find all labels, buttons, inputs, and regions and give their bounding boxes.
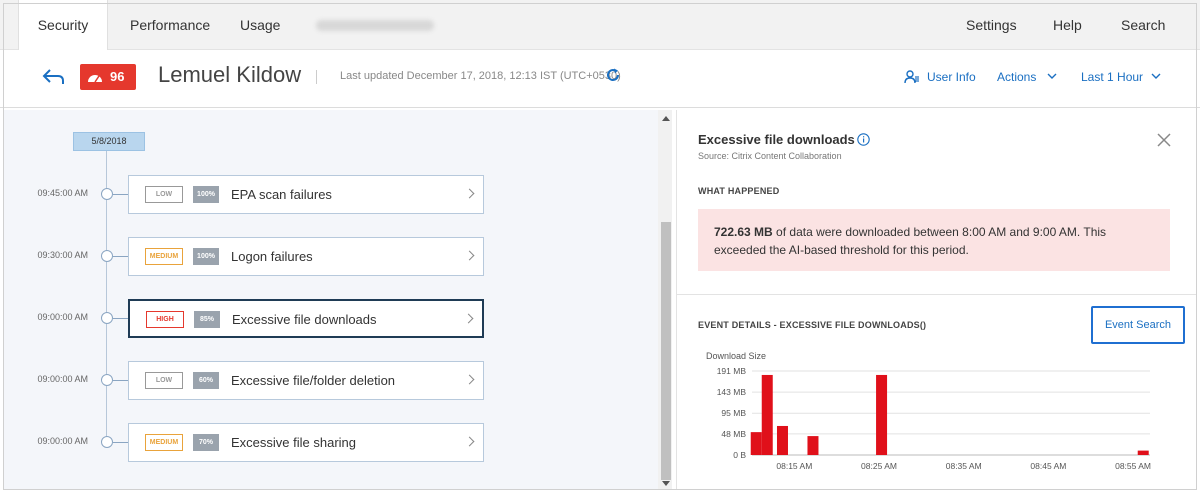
help-link[interactable]: Help xyxy=(1053,0,1082,50)
timeline-node xyxy=(101,436,113,448)
download-amount: 722.63 MB xyxy=(714,225,773,239)
risk-score: 96 xyxy=(110,69,125,84)
tab-usage[interactable]: Usage xyxy=(240,0,280,50)
download-size-chart: Download Size 191 MB 143 MB 95 MB 48 MB 0 B 08… xyxy=(706,351,1151,471)
tab-performance[interactable]: Performance xyxy=(130,0,210,50)
confidence-badge: 70% xyxy=(193,434,219,451)
chart-bar xyxy=(750,432,762,455)
event-time: 09:45:00 AM xyxy=(37,188,88,198)
refresh-icon[interactable] xyxy=(605,67,621,83)
close-icon[interactable] xyxy=(1157,133,1171,147)
timeline-connector xyxy=(113,380,128,381)
severity-badge: MEDIUM xyxy=(145,248,183,265)
severity-badge: LOW xyxy=(145,372,183,389)
user-info-link[interactable]: User Info xyxy=(927,70,976,84)
severity-badge: HIGH xyxy=(146,311,184,328)
chart-bar xyxy=(776,425,788,455)
chevron-right-icon xyxy=(464,436,475,447)
chart-y-tick-label: 48 MB xyxy=(721,429,746,439)
chart-y-tick-label: 143 MB xyxy=(717,387,747,397)
tab-security[interactable]: Security xyxy=(18,0,108,50)
section-divider xyxy=(677,294,1196,295)
gauge-icon xyxy=(88,75,102,83)
chart-x-tick-label: 08:15 AM xyxy=(776,461,812,471)
severity-badge: LOW xyxy=(145,186,183,203)
severity-badge: MEDIUM xyxy=(145,434,183,451)
time-range-chevron-down-icon[interactable] xyxy=(1151,73,1161,80)
scroll-down-icon[interactable] xyxy=(662,481,670,486)
scrollbar-thumb[interactable] xyxy=(661,222,671,480)
chart-x-tick-label: 08:55 AM xyxy=(1115,461,1151,471)
tab-redacted[interactable] xyxy=(316,20,434,31)
chevron-right-icon xyxy=(464,188,475,199)
chart-x-tick-label: 08:25 AM xyxy=(861,461,897,471)
event-card[interactable]: LOW 60% Excessive file/folder deletion xyxy=(128,361,484,400)
what-happened-text: of data were downloaded between 8:00 AM … xyxy=(714,225,1107,257)
event-card[interactable]: MEDIUM 70% Excessive file sharing xyxy=(128,423,484,462)
event-card[interactable]: LOW 100% EPA scan failures xyxy=(128,175,484,214)
timeline-date: 5/8/2018 xyxy=(73,132,145,151)
actions-chevron-down-icon[interactable] xyxy=(1047,73,1057,80)
event-time: 09:30:00 AM xyxy=(37,250,88,260)
event-search-button[interactable]: Event Search xyxy=(1091,306,1185,344)
header-divider xyxy=(316,70,317,84)
scroll-up-icon[interactable] xyxy=(662,116,670,121)
back-arrow-icon[interactable] xyxy=(40,66,66,88)
chart-y-tick-label: 191 MB xyxy=(717,366,747,376)
timeline-connector xyxy=(113,318,128,319)
detail-source: Source: Citrix Content Collaboration xyxy=(698,151,842,161)
timeline-node xyxy=(101,188,113,200)
event-card[interactable]: MEDIUM 100% Logon failures xyxy=(128,237,484,276)
event-title: Excessive file/folder deletion xyxy=(231,373,396,388)
actions-dropdown[interactable]: Actions xyxy=(997,70,1036,84)
what-happened-box: 722.63 MB of data were downloaded betwee… xyxy=(698,209,1170,271)
chart-bar xyxy=(807,436,819,455)
last-updated-text: Last updated December 17, 2018, 12:13 IS… xyxy=(340,70,621,82)
settings-link[interactable]: Settings xyxy=(966,0,1017,50)
event-card[interactable]: HIGH 85% Excessive file downloads xyxy=(128,299,484,338)
event-title: EPA scan failures xyxy=(231,187,332,202)
time-range-dropdown[interactable]: Last 1 Hour xyxy=(1081,70,1143,84)
timeline-node xyxy=(101,250,113,262)
chevron-right-icon xyxy=(464,374,475,385)
confidence-badge: 100% xyxy=(193,186,219,203)
event-time: 09:00:00 AM xyxy=(37,312,88,322)
timeline-connector xyxy=(113,442,128,443)
detail-title: Excessive file downloads xyxy=(698,132,855,147)
chevron-right-icon xyxy=(464,250,475,261)
chart-bar xyxy=(761,374,773,455)
user-name: Lemuel Kildow xyxy=(158,62,302,87)
confidence-badge: 100% xyxy=(193,248,219,265)
chart-ylabel: Download Size xyxy=(706,351,766,361)
user-header: 96 Lemuel Kildow Last updated December 1… xyxy=(0,50,1200,108)
event-title: Excessive file sharing xyxy=(231,435,356,450)
top-nav: Security Performance Usage Settings Help… xyxy=(0,0,1200,50)
event-time: 09:00:00 AM xyxy=(37,374,88,384)
confidence-badge: 85% xyxy=(194,311,220,328)
timeline-connector xyxy=(113,194,128,195)
event-time: 09:00:00 AM xyxy=(37,436,88,446)
user-info-icon[interactable] xyxy=(904,70,920,84)
event-details-heading: EVENT DETAILS - EXCESSIVE FILE DOWNLOADS… xyxy=(698,320,927,330)
chart-x-tick-label: 08:45 AM xyxy=(1030,461,1066,471)
chart-y-tick-label: 0 B xyxy=(733,450,746,460)
event-title: Excessive file downloads xyxy=(232,312,377,327)
info-icon[interactable] xyxy=(857,133,870,146)
risk-score-badge: 96 xyxy=(80,64,136,90)
what-happened-heading: WHAT HAPPENED xyxy=(698,186,780,196)
search-link[interactable]: Search xyxy=(1121,0,1165,50)
event-title: Logon failures xyxy=(231,249,313,264)
chart-y-tick-label: 95 MB xyxy=(721,408,746,418)
chart-bar xyxy=(876,374,888,455)
chart-x-tick-label: 08:35 AM xyxy=(946,461,982,471)
chart-bar xyxy=(1137,450,1149,455)
timeline-connector xyxy=(113,256,128,257)
confidence-badge: 60% xyxy=(193,372,219,389)
chevron-right-icon xyxy=(463,313,474,324)
timeline-node xyxy=(101,374,113,386)
timeline-node xyxy=(101,312,113,324)
